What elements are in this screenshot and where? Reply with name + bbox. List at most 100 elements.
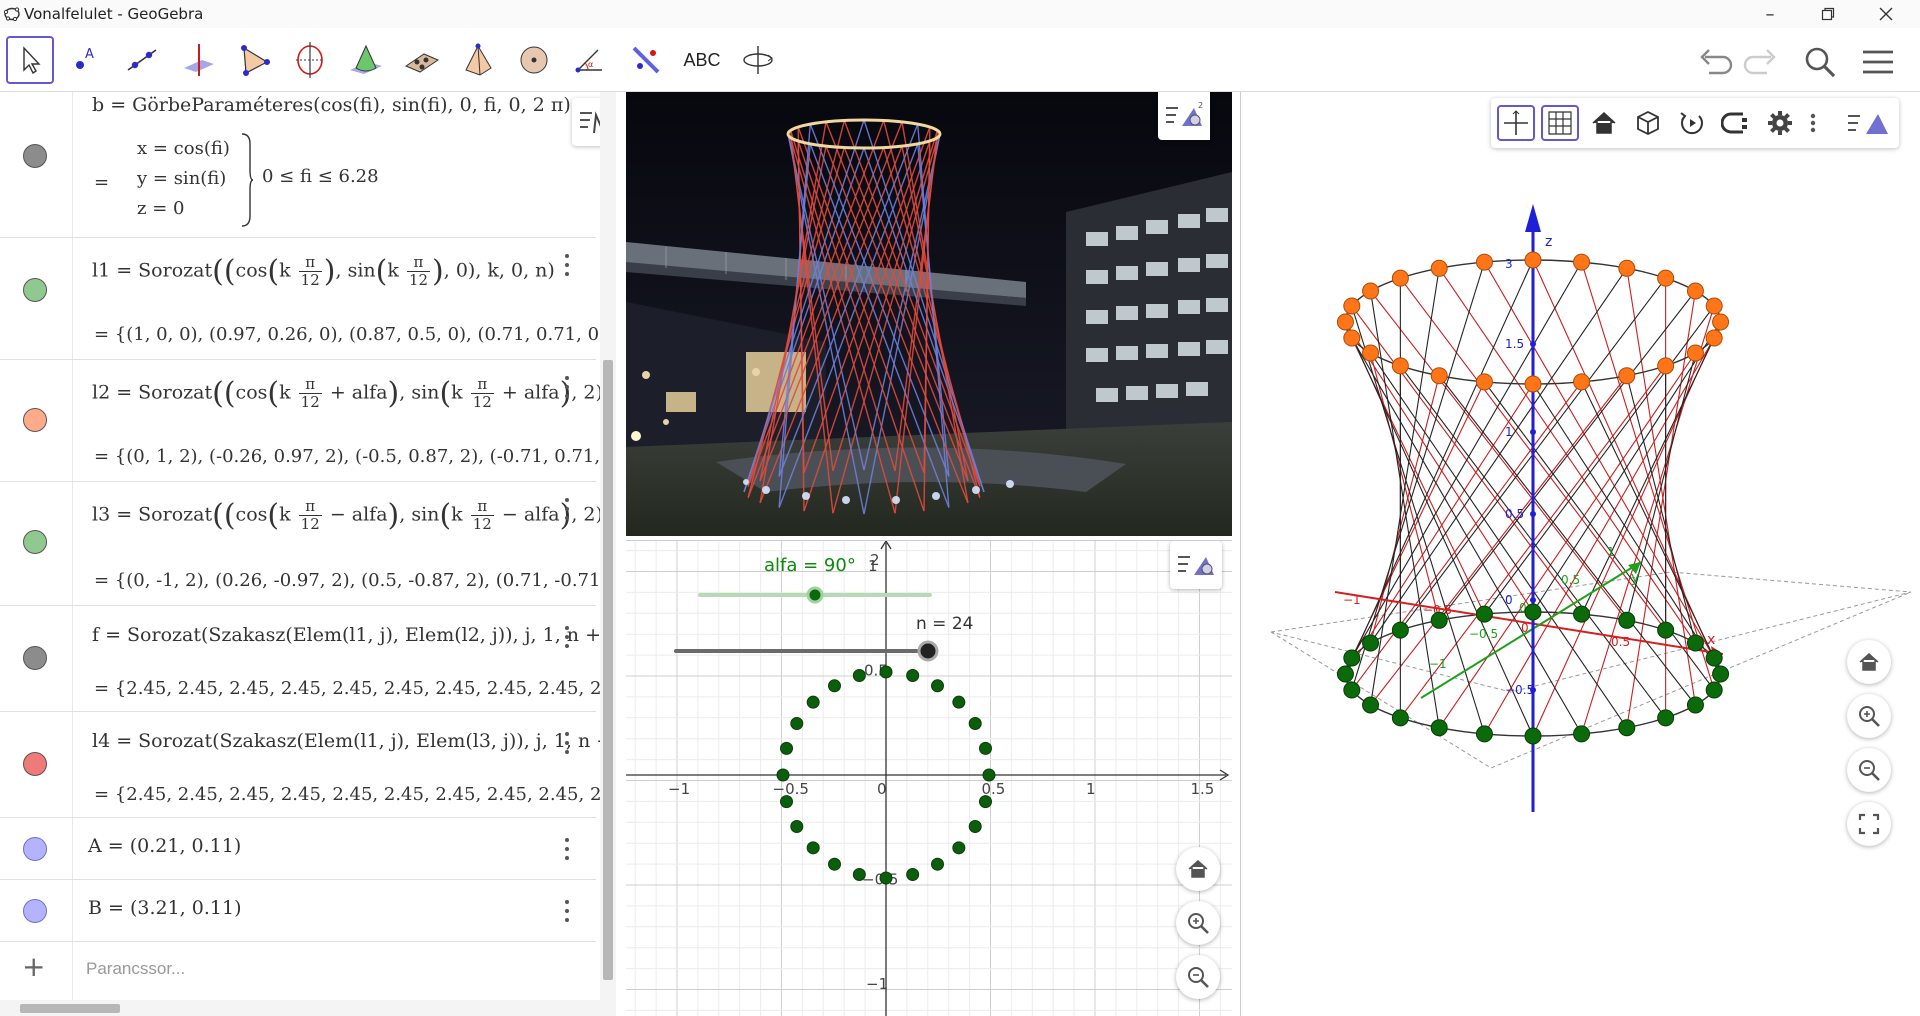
fullscreen-button[interactable] bbox=[1847, 802, 1891, 846]
standard-view-3d-button[interactable] bbox=[1585, 105, 1623, 141]
algebra-item-l2[interactable]: l2 = Sorozat((cos(k π 12 + alfa), sin(k π… bbox=[0, 360, 611, 482]
circle-point bbox=[931, 857, 944, 871]
graphics-2d-canvas[interactable]: −2−1.5−1−0.500.511.5210.5−0.5−12 alfa = … bbox=[626, 541, 1232, 1016]
bottom-point bbox=[1391, 621, 1409, 639]
value-y: y = sin(fi) bbox=[137, 168, 227, 189]
window-title: Vonalfelulet - GeoGebra bbox=[24, 5, 204, 23]
clipping-icon bbox=[1721, 112, 1747, 134]
top-point bbox=[1391, 269, 1409, 287]
visibility-marble[interactable] bbox=[23, 646, 47, 670]
visibility-marble[interactable] bbox=[23, 837, 47, 861]
brace-icon bbox=[241, 133, 254, 227]
fraction-numerator: π bbox=[298, 254, 322, 272]
top-point bbox=[1362, 344, 1380, 362]
graphics-style-icon bbox=[1178, 556, 1214, 575]
text-tool-button[interactable]: ABC bbox=[678, 36, 726, 84]
view-direction-button[interactable] bbox=[1629, 105, 1667, 141]
point-tool-button[interactable]: A bbox=[62, 36, 110, 84]
visibility-marble[interactable] bbox=[23, 144, 47, 168]
circle-axis-tool-button[interactable] bbox=[286, 36, 334, 84]
z-tick-mark bbox=[1530, 597, 1536, 603]
circle-point bbox=[828, 679, 841, 693]
algebra-item-l1[interactable]: l1 = Sorozat((cos(k π 12), sin(k π 12), 0)… bbox=[0, 238, 611, 360]
graphics-3d-canvas[interactable]: 31.510.50−0.5zxy−1−0.500.51−1−0.500.51 bbox=[1241, 92, 1920, 1016]
value-text: = {(0, 1, 2), (-0.26, 0.97, 2), (-0.5, 0… bbox=[94, 446, 612, 467]
slider-n[interactable]: n = 24 bbox=[674, 614, 973, 662]
segment-f bbox=[1626, 375, 1696, 644]
slider-alfa[interactable]: alfa = 90° bbox=[698, 555, 932, 604]
zoom-in-3d-button[interactable] bbox=[1847, 694, 1891, 738]
more-options-button[interactable] bbox=[560, 252, 574, 278]
more-options-button[interactable] bbox=[560, 374, 574, 400]
value-text: = {2.45, 2.45, 2.45, 2.45, 2.45, 2.45, 2… bbox=[94, 678, 612, 699]
circle-point bbox=[952, 841, 966, 855]
search-button[interactable] bbox=[1800, 42, 1840, 82]
graphics-view-2d[interactable]: −2−1.5−1−0.500.511.5210.5−0.5−12 alfa = … bbox=[626, 540, 1232, 1016]
rotate-view-tool-button[interactable] bbox=[734, 36, 782, 84]
algebra-item-A[interactable]: A = (0.21, 0.11) bbox=[0, 818, 596, 880]
slider-alfa-knob[interactable] bbox=[806, 586, 824, 604]
graphics-view-3d[interactable]: 31.510.50−0.5zxy−1−0.500.51−1−0.500.51 bbox=[1240, 92, 1920, 1016]
slider-n-knob[interactable] bbox=[917, 640, 939, 662]
algebra-item-B[interactable]: B = (3.21, 0.11) bbox=[0, 880, 596, 942]
zoom-in-button[interactable] bbox=[1176, 901, 1220, 945]
text-tool-label: ABC bbox=[683, 49, 721, 70]
reflect-tool-button[interactable] bbox=[622, 36, 670, 84]
toggle-grid-button[interactable] bbox=[1541, 105, 1579, 141]
rotate-view-button[interactable] bbox=[1673, 105, 1711, 141]
toggle-axes-button[interactable] bbox=[1497, 105, 1535, 141]
move-tool-button[interactable] bbox=[6, 36, 54, 84]
algebra-vertical-scrollbar[interactable] bbox=[600, 92, 616, 1016]
fraction: π 12 bbox=[470, 498, 494, 533]
view-style-bar-toggle[interactable]: 2 bbox=[1158, 92, 1210, 140]
algebra-item-l4[interactable]: l4 = Sorozat(Szakasz(Elem(l1, j), Elem(l… bbox=[0, 712, 611, 818]
perpendicular-tool-button[interactable] bbox=[174, 36, 222, 84]
plane-tool-button[interactable] bbox=[398, 36, 446, 84]
more-options-button[interactable] bbox=[560, 730, 574, 756]
circle-point bbox=[978, 795, 992, 809]
main-menu-button[interactable] bbox=[1858, 42, 1898, 82]
standard-view-3d-home-button[interactable] bbox=[1847, 640, 1891, 684]
style-bar-toggle[interactable] bbox=[1843, 105, 1893, 141]
intersect-tool-button[interactable] bbox=[342, 36, 390, 84]
visibility-marble[interactable] bbox=[23, 752, 47, 776]
zoom-out-3d-button[interactable] bbox=[1847, 748, 1891, 792]
z-tick-label: 1 bbox=[1505, 425, 1513, 439]
redo-button[interactable] bbox=[1742, 42, 1782, 82]
top-point bbox=[1573, 253, 1591, 271]
zoom-out-button[interactable] bbox=[1176, 955, 1220, 999]
input-bar[interactable]: + Parancssor... bbox=[0, 942, 596, 1004]
more-options-button[interactable] bbox=[560, 624, 574, 650]
more-options-button[interactable] bbox=[1803, 105, 1823, 141]
algebra-item-b[interactable]: b = GörbeParaméteres(cos(fi), sin(fi), 0… bbox=[0, 92, 596, 238]
algebra-item-l3[interactable]: l3 = Sorozat((cos(k π 12 − alfa), sin(k π… bbox=[0, 482, 609, 606]
top-point bbox=[1362, 282, 1380, 300]
scrollbar-thumb[interactable] bbox=[603, 360, 613, 980]
visibility-marble[interactable] bbox=[23, 899, 47, 923]
standard-view-button[interactable] bbox=[1176, 847, 1220, 891]
pyramid-tool-button[interactable] bbox=[454, 36, 502, 84]
algebra-item-f[interactable]: f = Sorozat(Szakasz(Elem(l1, j), Elem(l2… bbox=[0, 606, 611, 712]
polygon-tool-button[interactable] bbox=[230, 36, 278, 84]
close-button[interactable] bbox=[1858, 0, 1914, 28]
func-name: sin bbox=[347, 259, 376, 282]
clipping-button[interactable] bbox=[1717, 105, 1755, 141]
sphere-tool-button[interactable] bbox=[510, 36, 558, 84]
value-text: = {(1, 0, 0), (0.97, 0.26, 0), (0.87, 0.… bbox=[94, 324, 612, 345]
more-options-button[interactable] bbox=[560, 496, 574, 522]
line-tool-button[interactable] bbox=[118, 36, 166, 84]
algebra-horizontal-scrollbar[interactable] bbox=[0, 1000, 600, 1016]
undo-button[interactable] bbox=[1694, 42, 1734, 82]
more-options-button[interactable] bbox=[560, 836, 574, 862]
minimize-button[interactable]: – bbox=[1742, 0, 1798, 28]
settings-button[interactable] bbox=[1761, 105, 1799, 141]
angle-tool-button[interactable]: α bbox=[566, 36, 614, 84]
visibility-marble[interactable] bbox=[23, 278, 47, 302]
graphics-style-bar-toggle[interactable] bbox=[1170, 541, 1222, 589]
visibility-marble[interactable] bbox=[23, 408, 47, 432]
more-options-button[interactable] bbox=[560, 898, 574, 924]
restore-button[interactable] bbox=[1800, 0, 1856, 28]
scrollbar-thumb[interactable] bbox=[20, 1004, 120, 1013]
visibility-marble[interactable] bbox=[23, 530, 47, 554]
add-item-icon[interactable]: + bbox=[22, 950, 45, 983]
